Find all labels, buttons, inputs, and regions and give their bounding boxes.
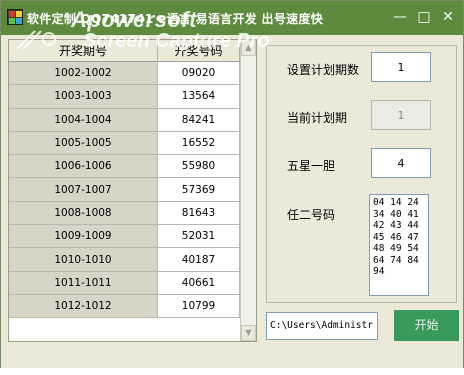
current-plan-label: 当前计划期 [287,111,348,125]
period-cell: 1004-1004 [9,108,158,131]
table-row[interactable]: 1008-1008 81643 [9,201,241,226]
five-star-input[interactable]: 4 [371,148,431,178]
any-two-textarea[interactable]: 04 14 24 34 40 41 42 43 44 45 46 47 48 4… [369,194,429,296]
table-row[interactable]: 1005-1005 16552 [9,131,241,156]
number-cell: 10799 [158,294,240,318]
app-window: 软件定制 QQ741741 e语言 易语言开发 出号速度快 — □ ✕ 开奖期号… [0,0,464,375]
period-cell: 1008-1008 [9,201,158,225]
table-row[interactable]: 1006-1006 55980 [9,155,241,179]
five-star-label: 五星一胆 [287,159,336,173]
settings-panel: 设置计划期数 1 当前计划期 1 五星一胆 4 任二号码 04 14 24 34… [266,45,457,303]
period-cell: 1009-1009 [9,225,158,248]
any-two-label: 任二号码 [287,208,336,222]
number-cell: 40661 [158,271,240,294]
number-cell: 81643 [158,201,240,225]
period-cell: 1010-1010 [9,248,158,271]
number-cell: 55980 [158,155,240,178]
window-title: 软件定制 QQ741741 e语言 易语言开发 出号速度快 [27,12,324,26]
column-header-number[interactable]: 开奖号码 [158,40,240,62]
period-cell: 1007-1007 [9,178,158,201]
vertical-scrollbar[interactable]: ▲ ▼ [240,40,256,341]
scroll-up-arrow-icon[interactable]: ▲ [241,40,256,56]
plan-periods-input[interactable]: 1 [371,52,431,82]
number-cell: 16552 [158,131,240,155]
period-cell: 1011-1011 [9,271,158,294]
table-row[interactable]: 1003-1003 13564 [9,85,241,109]
lottery-table[interactable]: 开奖期号 开奖号码 1002-1002 09020 1003-1003 1356… [8,39,257,342]
status-strip [0,368,464,375]
period-cell: 1003-1003 [9,85,158,108]
number-cell: 13564 [158,85,240,108]
table-row[interactable]: 1011-1011 40661 [9,271,241,295]
table-body: 1002-1002 09020 1003-1003 13564 1004-100… [9,62,241,319]
title-bar[interactable]: 软件定制 QQ741741 e语言 易语言开发 出号速度快 — □ ✕ [1,1,463,35]
start-button[interactable]: 开始 [394,310,459,341]
number-cell: 40187 [158,248,240,271]
period-cell: 1002-1002 [9,62,158,85]
path-input[interactable]: C:\Users\Administr [266,312,378,340]
app-icon [7,9,23,25]
maximize-button[interactable]: □ [415,8,433,26]
table-row[interactable]: 1010-1010 40187 [9,248,241,272]
window-controls: — □ ✕ [391,8,457,26]
number-cell: 09020 [158,62,240,85]
period-cell: 1005-1005 [9,131,158,155]
scroll-down-arrow-icon[interactable]: ▼ [241,325,256,341]
period-cell: 1006-1006 [9,155,158,178]
table-row[interactable]: 1004-1004 84241 [9,108,241,132]
plan-periods-label: 设置计划期数 [287,63,360,77]
period-cell: 1012-1012 [9,294,158,318]
table-row[interactable]: 1002-1002 09020 [9,62,241,86]
table-header: 开奖期号 开奖号码 [9,40,241,62]
number-cell: 84241 [158,108,240,131]
minimize-button[interactable]: — [391,8,409,26]
close-button[interactable]: ✕ [439,8,457,26]
table-row[interactable]: 1009-1009 52031 [9,225,241,249]
column-header-period[interactable]: 开奖期号 [9,40,158,62]
current-plan-field: 1 [371,100,431,130]
table-row[interactable]: 1012-1012 10799 [9,294,241,319]
number-cell: 57369 [158,178,240,201]
table-row[interactable]: 1007-1007 57369 [9,178,241,202]
number-cell: 52031 [158,225,240,248]
